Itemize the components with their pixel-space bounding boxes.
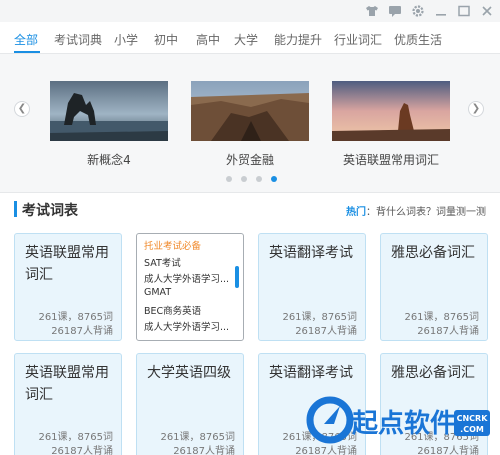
- section-header: 考试词表 热门：背什么词表？词量测一测: [0, 192, 500, 226]
- hot-label: 热门: [346, 207, 366, 218]
- minimize-icon[interactable]: [434, 4, 448, 18]
- tab-quality-life[interactable]: 优质生活: [394, 31, 442, 48]
- card-title: 大学英语四级: [147, 365, 231, 381]
- carousel-dot[interactable]: [256, 176, 262, 182]
- tab-primary-school[interactable]: 小学: [114, 31, 138, 48]
- carousel-slide[interactable]: 外贸金融: [191, 81, 309, 168]
- card-lessons: 261课，8765词: [404, 312, 479, 323]
- carousel-next-button[interactable]: ❯: [468, 101, 484, 117]
- hot-text: ：背什么词表？词量测一测: [366, 207, 486, 218]
- hot-link[interactable]: 热门：背什么词表？词量测一测: [346, 203, 486, 218]
- section-title: 考试词表: [22, 203, 78, 219]
- card-learners: 26187人背诵: [295, 326, 357, 337]
- dropdown-scrollbar[interactable]: [235, 266, 239, 288]
- tab-industry-vocabulary[interactable]: 行业词汇: [334, 31, 382, 48]
- dropdown-item[interactable]: GMAT: [144, 287, 171, 298]
- title-bar: [0, 0, 500, 22]
- section-accent-bar: [14, 201, 17, 217]
- carousel-dot[interactable]: [241, 176, 247, 182]
- wordlist-card[interactable]: 大学英语四级 261课，8765词 26187人背诵: [136, 353, 244, 455]
- slide-caption: 外贸金融: [225, 153, 274, 167]
- card-lessons: 261课，8765词: [38, 312, 113, 323]
- carousel-prev-button[interactable]: ❮: [14, 101, 30, 117]
- card-title: 英语翻译考试: [269, 245, 353, 261]
- tab-exam-dictionary[interactable]: 考试词典: [54, 31, 102, 48]
- card-title: 雅思必备词汇: [391, 245, 475, 261]
- slide-caption: 新概念4: [87, 153, 131, 167]
- dropdown-item[interactable]: 成人大学外语学习...: [144, 271, 229, 285]
- card-lessons: 261课，8765词: [160, 432, 235, 443]
- watermark-logo: 起点软件 CNCRK .COM: [306, 396, 490, 444]
- card-lessons: 261课，8765词: [38, 432, 113, 443]
- carousel-slide[interactable]: 英语联盟常用词汇: [332, 81, 450, 168]
- card-title: 雅思必备词汇: [391, 365, 475, 381]
- category-nav: 全部 考试词典 小学 初中 高中 大学 能力提升 行业词汇 优质生活: [0, 22, 500, 54]
- tab-university[interactable]: 大学: [234, 31, 258, 48]
- sea-rock-image: [50, 81, 168, 141]
- canyon-image: [191, 81, 309, 141]
- card-title: 英语翻译考试: [269, 365, 353, 381]
- card-lessons: 261课，8765词: [282, 312, 357, 323]
- card-learners: 26187人背诵: [173, 446, 235, 455]
- close-icon[interactable]: [480, 4, 494, 18]
- tab-junior-high[interactable]: 初中: [154, 31, 178, 48]
- card-title: 英语联盟常用词汇: [25, 365, 109, 403]
- tab-skill-improvement[interactable]: 能力提升: [274, 31, 322, 48]
- card-learners: 26187人背诵: [51, 326, 113, 337]
- dropdown-item[interactable]: 成人大学外语学习...: [144, 319, 229, 333]
- carousel-dot-active[interactable]: [271, 176, 277, 182]
- dropdown-item[interactable]: SAT考试: [144, 255, 181, 269]
- sunset-rock-image: [332, 81, 450, 141]
- card-learners: 26187人背诵: [417, 326, 479, 337]
- carousel-pagination: [226, 176, 277, 182]
- message-icon[interactable]: [388, 4, 402, 18]
- maximize-icon[interactable]: [457, 4, 471, 18]
- featured-carousel: ❮ 新概念4 外贸金融 英语联盟常用词汇 ❯: [0, 55, 500, 185]
- wordlist-dropdown[interactable]: 托业考试必备 SAT考试 成人大学外语学习... GMAT BEC商务英语 成人…: [136, 233, 244, 341]
- window-controls: [365, 4, 494, 18]
- carousel-dot[interactable]: [226, 176, 232, 182]
- watermark-badge-bottom: .COM: [460, 425, 484, 434]
- dropdown-item[interactable]: BEC商务英语: [144, 303, 201, 317]
- tab-senior-high[interactable]: 高中: [196, 31, 220, 48]
- watermark-badge-top: CNCRK: [457, 414, 489, 423]
- tab-all[interactable]: 全部: [14, 31, 38, 48]
- active-tab-indicator: [14, 51, 40, 53]
- wordlist-card[interactable]: 雅思必备词汇 261课，8765词 26187人背诵: [380, 233, 488, 341]
- wordlist-card[interactable]: 英语联盟常用词汇 261课，8765词 26187人背诵: [14, 233, 122, 341]
- dropdown-item[interactable]: 托业考试必备: [144, 238, 201, 252]
- wordlist-card[interactable]: 英语翻译考试 261课，8765词 26187人背诵: [258, 233, 366, 341]
- watermark-text: 起点软件: [352, 408, 456, 439]
- card-learners: 26187人背诵: [51, 446, 113, 455]
- wordlist-card[interactable]: 英语联盟常用词汇 261课，8765词 26187人背诵: [14, 353, 122, 455]
- gear-icon[interactable]: [411, 4, 425, 18]
- slide-caption: 英语联盟常用词汇: [342, 153, 439, 167]
- skin-shirt-icon[interactable]: [365, 4, 379, 18]
- carousel-slide[interactable]: 新概念4: [50, 81, 168, 168]
- card-title: 英语联盟常用词汇: [25, 245, 109, 283]
